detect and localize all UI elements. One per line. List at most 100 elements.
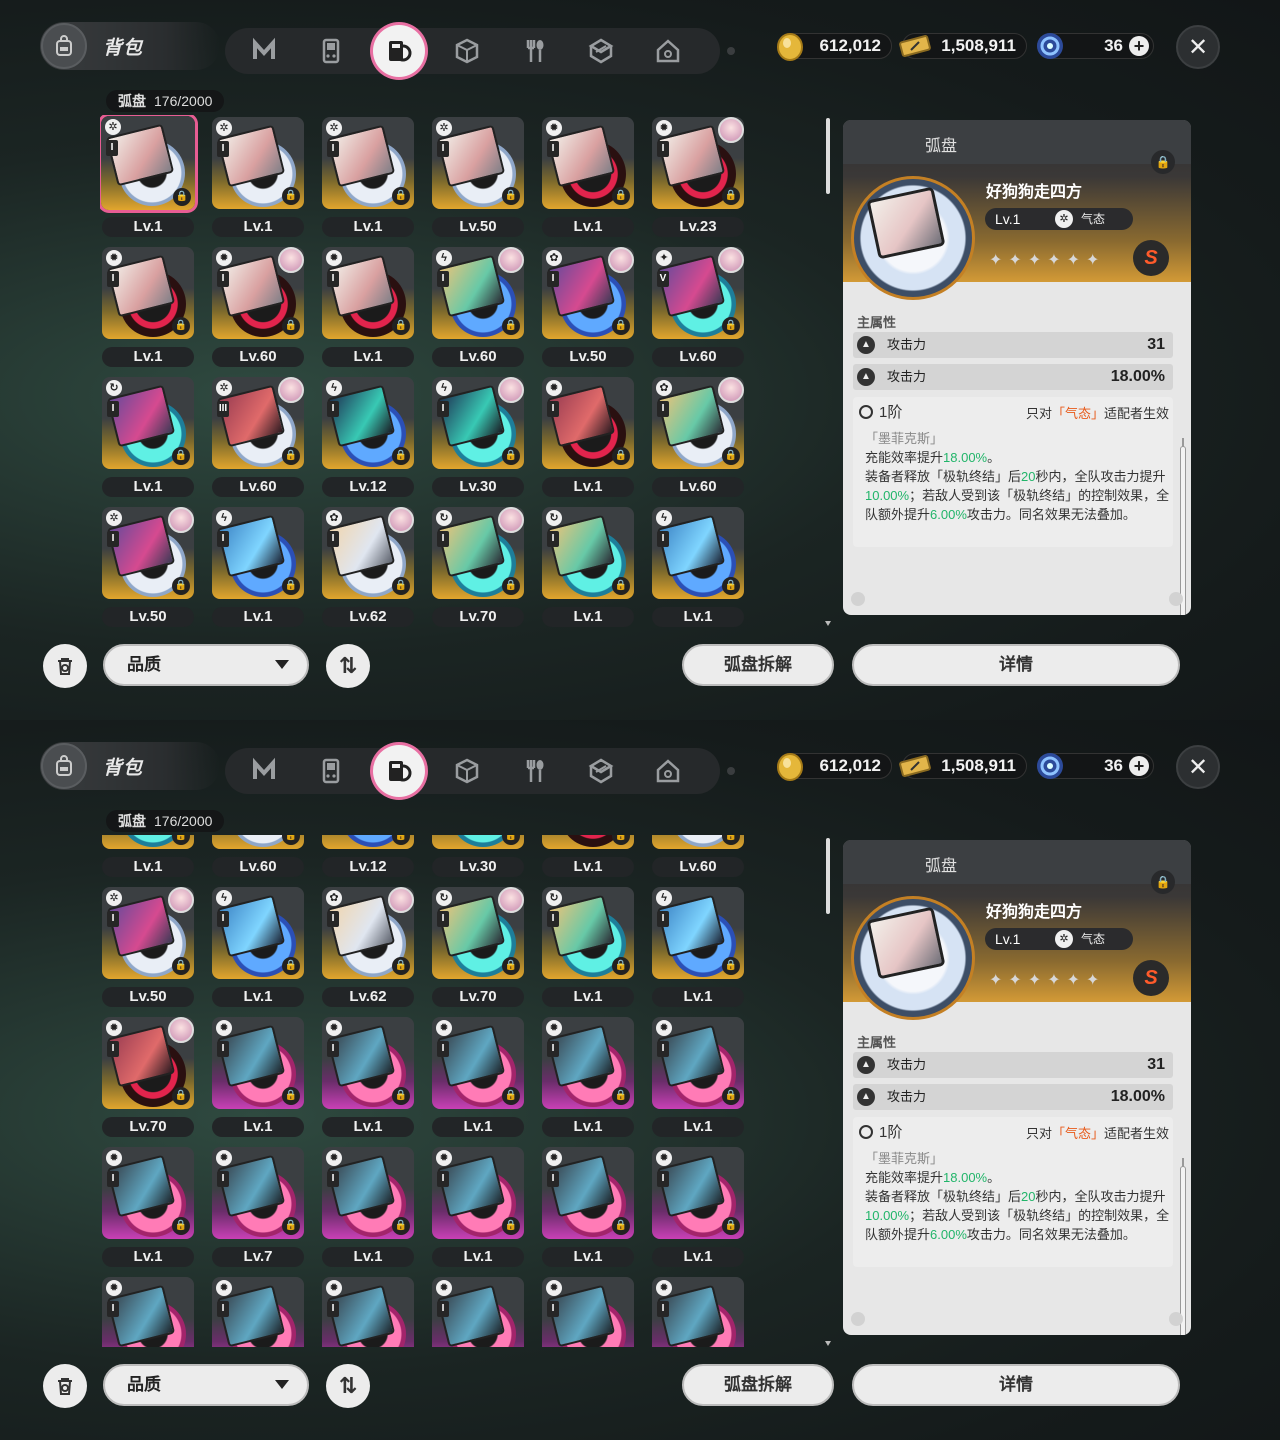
disc-card[interactable]: ✹I🔒Lv.1	[540, 835, 636, 877]
grid-scrollbar[interactable]	[825, 115, 831, 626]
disc-card[interactable]: ✹I🔒Lv.1	[100, 245, 196, 367]
disc-card[interactable]: ✹ I 🔒 Lv.70	[100, 1015, 196, 1137]
disc-card[interactable]: ϟI🔒Lv.12	[320, 375, 416, 497]
disc-card[interactable]: ✹I🔒Lv.1	[210, 1275, 306, 1347]
details-button[interactable]: 详情	[852, 1364, 1180, 1406]
tab-n-logo[interactable]	[245, 752, 283, 790]
tab-disc[interactable]	[373, 745, 425, 797]
disc-card[interactable]: ✲III🔒Lv.60	[210, 835, 306, 877]
disc-card[interactable]: ✲ I 🔒 Lv.50	[100, 505, 196, 627]
disc-card[interactable]: ✹I🔒Lv.1	[320, 245, 416, 367]
tab-disc[interactable]	[373, 25, 425, 77]
backpack-button[interactable]: 背包	[40, 22, 220, 70]
tab-gameboy[interactable]	[312, 32, 350, 70]
quality-dropdown[interactable]: 品质	[103, 1364, 309, 1406]
disc-card[interactable]: ↻ I 🔒 Lv.70	[430, 505, 526, 627]
quality-dropdown[interactable]: 品质	[103, 644, 309, 686]
disc-card[interactable]: ✲ I 🔒 Lv.1	[320, 115, 416, 237]
disc-card[interactable]: ✲ I 🔒 Lv.50	[430, 115, 526, 237]
disc-card[interactable]: ✹I🔒Lv.1	[320, 1015, 416, 1137]
disc-card[interactable]: ✹I🔒Lv.1	[540, 1015, 636, 1137]
disc-card[interactable]: ✦ V 🔒 Lv.60	[650, 245, 746, 367]
grid-scrollbar[interactable]	[825, 835, 831, 1346]
disc-card[interactable]: ✹ I 🔒 Lv.7	[210, 1145, 306, 1267]
attribute-icon: ✹	[656, 120, 672, 136]
attribute-icon: ✹	[216, 1150, 232, 1166]
lock-icon: 🔒	[502, 1087, 520, 1105]
tab-gameboy[interactable]	[312, 752, 350, 790]
disc-card[interactable]: ✹I🔒Lv.1	[540, 375, 636, 497]
tab-box[interactable]	[448, 752, 486, 790]
disc-card[interactable]: ✹I🔒Lv.1	[430, 1275, 526, 1347]
tab-cube[interactable]	[582, 32, 620, 70]
tab-food[interactable]	[515, 752, 553, 790]
disc-card[interactable]: ✹I🔒Lv.1	[320, 1145, 416, 1267]
disc-card[interactable]: ✹I🔒Lv.1	[540, 1275, 636, 1347]
tab-cube[interactable]	[582, 752, 620, 790]
disc-card[interactable]: ↻I🔒Lv.1	[540, 885, 636, 1007]
dismantle-button[interactable]: 弧盘拆解	[682, 1364, 834, 1406]
disc-card[interactable]: ✿I🔒Lv.60	[650, 375, 746, 497]
disc-card[interactable]: ✹I🔒Lv.1	[540, 1145, 636, 1267]
tab-n-logo[interactable]	[245, 32, 283, 70]
disc-card[interactable]: ✲ I 🔒 Lv.1	[100, 115, 196, 237]
detail-scrollbar[interactable]	[1180, 1158, 1186, 1335]
lock-icon[interactable]: 🔒	[1151, 870, 1175, 894]
disc-card[interactable]: ϟ I 🔒 Lv.60	[430, 245, 526, 367]
disc-tile: ↻ I 🔒	[432, 507, 524, 599]
sort-order-button[interactable]: ⇅	[326, 644, 370, 688]
disc-card[interactable]: ↻I🔒Lv.1	[540, 505, 636, 627]
disc-card[interactable]: ✹I🔒Lv.1	[540, 115, 636, 237]
detail-body: 主属性 ▲ 攻击力 31 ▲ 攻击力 18.00% 1阶 只对「气态」适配者生效…	[843, 1002, 1191, 1335]
disc-card[interactable]: ϟ I 🔒 Lv.1	[650, 885, 746, 1007]
sort-order-button[interactable]: ⇅	[326, 1364, 370, 1408]
disc-card[interactable]: ϟ I 🔒 Lv.1	[210, 505, 306, 627]
detail-scrollbar[interactable]	[1180, 438, 1186, 615]
disc-card[interactable]: ✹I🔒Lv.1	[650, 1145, 746, 1267]
close-button[interactable]: ✕	[1176, 25, 1220, 69]
disc-card[interactable]: ✲ I 🔒 Lv.1	[210, 115, 306, 237]
disc-card[interactable]: ✹I🔒Lv.1	[650, 1275, 746, 1347]
disc-card[interactable]: ✹I🔒Lv.1	[320, 1275, 416, 1347]
disc-card[interactable]: ↻I🔒Lv.1	[100, 835, 196, 877]
grid-scroll-thumb[interactable]	[826, 118, 830, 194]
lock-icon[interactable]: 🔒	[1151, 150, 1175, 174]
delete-button[interactable]	[43, 644, 87, 688]
disc-card[interactable]: ✿ I 🔒 Lv.62	[320, 885, 416, 1007]
disc-card[interactable]: ↻ I 🔒 Lv.70	[430, 885, 526, 1007]
disc-card[interactable]: ϟI🔒Lv.30	[430, 835, 526, 877]
disc-card[interactable]: ✹I🔒Lv.1	[210, 1015, 306, 1137]
disc-card[interactable]: ✲III🔒Lv.60	[210, 375, 306, 497]
disc-card[interactable]: ϟ I 🔒 Lv.1	[210, 885, 306, 1007]
disc-card[interactable]: ϟI🔒Lv.30	[430, 375, 526, 497]
lock-icon: 🔒	[173, 188, 191, 206]
tab-box[interactable]	[448, 32, 486, 70]
disc-card[interactable]: ✹I🔒Lv.1	[650, 1015, 746, 1137]
disc-card[interactable]: ✹I🔒Lv.1	[430, 1015, 526, 1137]
disc-card[interactable]: ϟI🔒Lv.12	[320, 835, 416, 877]
disc-card[interactable]: ✹I🔒Lv.1	[100, 1275, 196, 1347]
disc-card[interactable]: ✿ I 🔒 Lv.50	[540, 245, 636, 367]
disc-card[interactable]: ✹ I 🔒 Lv.23	[650, 115, 746, 237]
dismantle-button[interactable]: 弧盘拆解	[682, 644, 834, 686]
disc-card[interactable]: ✲ I 🔒 Lv.50	[100, 885, 196, 1007]
details-button[interactable]: 详情	[852, 644, 1180, 686]
tab-home[interactable]	[649, 752, 687, 790]
grid-scroll-thumb[interactable]	[826, 838, 830, 914]
disc-card[interactable]: ✹I🔒Lv.1	[100, 1145, 196, 1267]
level-label: Lv.12	[322, 477, 414, 497]
disc-card[interactable]: ϟ I 🔒 Lv.1	[650, 505, 746, 627]
add-energy-button[interactable]: +	[1129, 36, 1149, 56]
disc-card[interactable]: ✿ I 🔒 Lv.62	[320, 505, 416, 627]
disc-card[interactable]: ✹I🔒Lv.1	[430, 1145, 526, 1267]
disc-card[interactable]: ✿I🔒Lv.60	[650, 835, 746, 877]
add-energy-button[interactable]: +	[1129, 756, 1149, 776]
backpack-button[interactable]: 背包	[40, 742, 220, 790]
disc-card[interactable]: ↻I🔒Lv.1	[100, 375, 196, 497]
close-button[interactable]: ✕	[1176, 745, 1220, 789]
detail-header-bar	[843, 120, 1191, 164]
disc-card[interactable]: ✹ I 🔒 Lv.60	[210, 245, 306, 367]
delete-button[interactable]	[43, 1364, 87, 1408]
tab-home[interactable]	[649, 32, 687, 70]
tab-food[interactable]	[515, 32, 553, 70]
